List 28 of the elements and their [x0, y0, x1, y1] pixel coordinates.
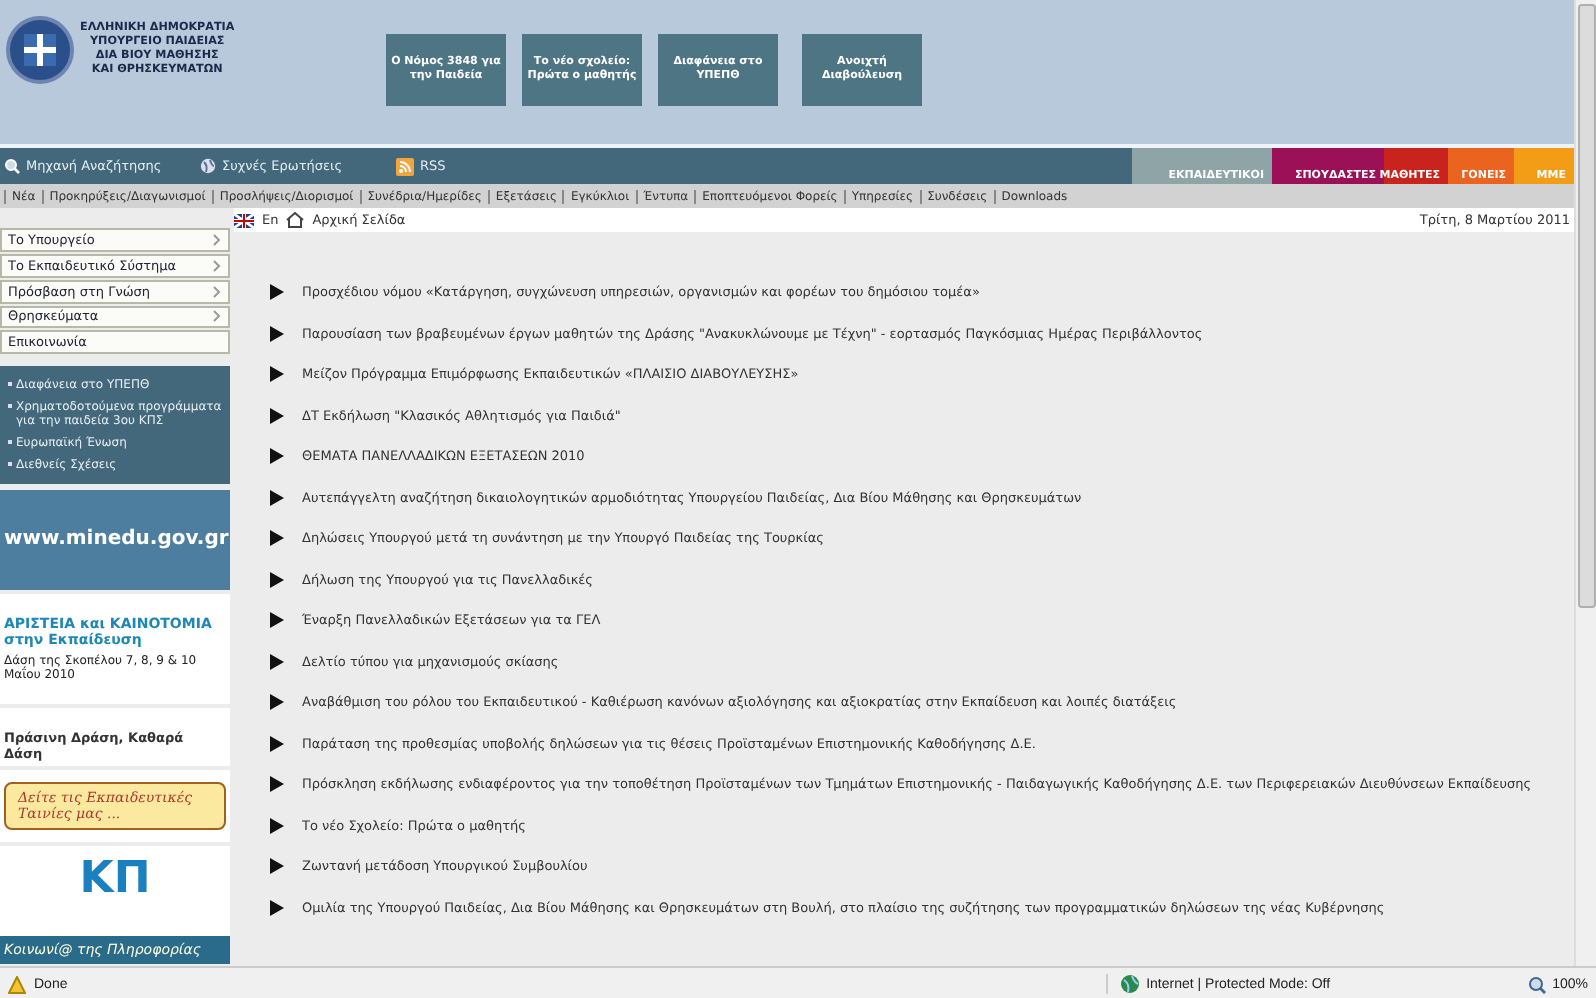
banner-logo-text: ΚΠ [79, 851, 151, 904]
bullet-arrow-icon [270, 530, 286, 546]
globe-icon [200, 158, 216, 174]
bullet-arrow-icon [270, 694, 286, 710]
bullet-arrow-icon [270, 325, 286, 341]
bullet-arrow-icon [270, 612, 286, 628]
magnifier-icon [1528, 975, 1547, 993]
warning-icon [8, 975, 26, 993]
bullet-arrow-icon [270, 776, 286, 792]
bullet-arrow-icon [270, 448, 286, 464]
bullet-arrow-icon [270, 489, 286, 505]
rss-icon [396, 157, 414, 175]
website-banner[interactable]: www.minedu.gov.gr [0, 490, 230, 590]
bullet-arrow-icon [270, 653, 286, 669]
bullet-arrow-icon [270, 284, 286, 300]
bullet-arrow-icon [270, 407, 286, 423]
bullet-arrow-icon [270, 571, 286, 587]
bullet-arrow-icon [270, 735, 286, 751]
banner-title: www.minedu.gov.gr [4, 528, 226, 551]
search-icon [4, 158, 20, 174]
coat-of-arms-icon [6, 16, 74, 84]
bullet-arrow-icon [270, 899, 286, 915]
globe-icon [1120, 974, 1141, 994]
bullet-arrow-icon [270, 366, 286, 382]
bullet-arrow-icon [270, 817, 286, 833]
home-icon [286, 212, 305, 228]
scrollbar[interactable] [1574, 0, 1596, 966]
bullet-arrow-icon [270, 858, 286, 874]
